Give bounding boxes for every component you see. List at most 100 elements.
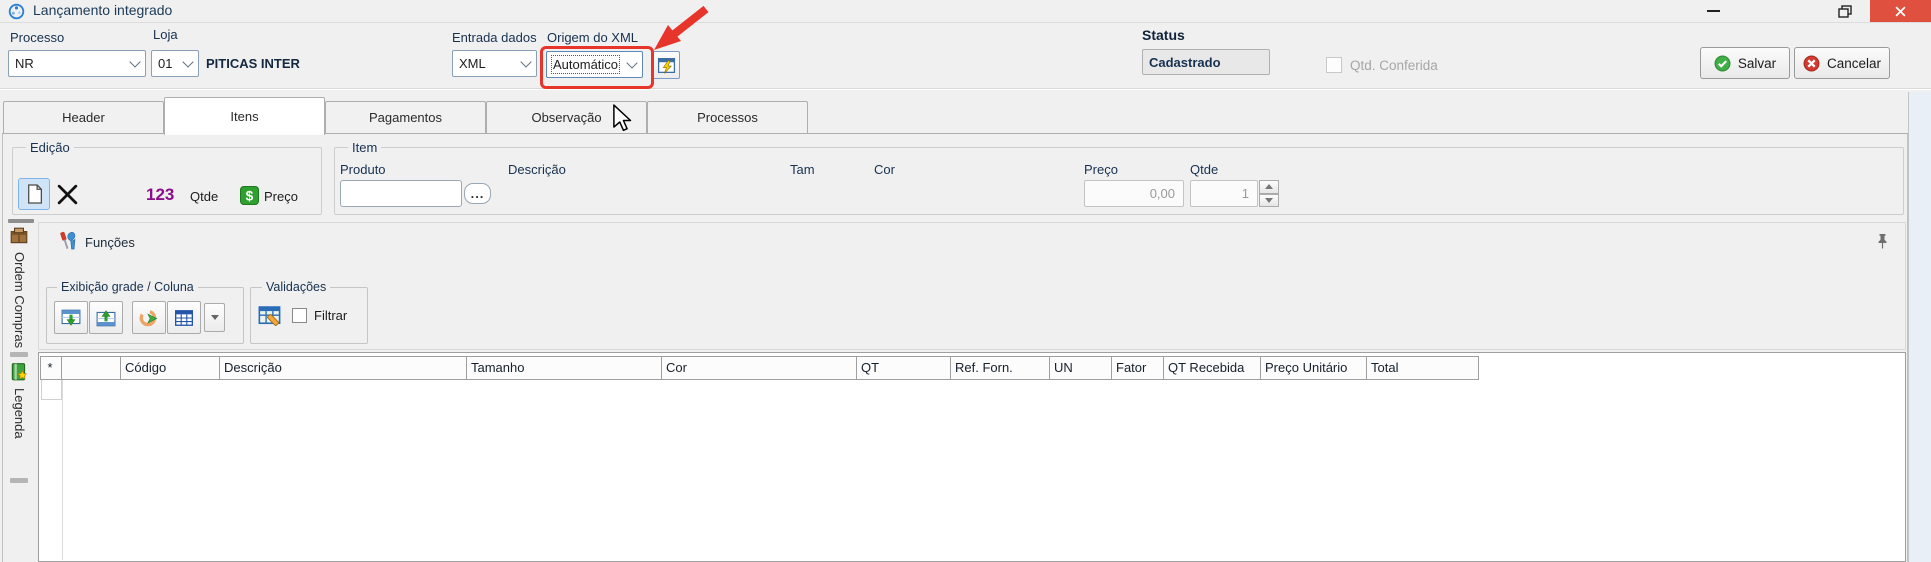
- chevron-down-icon: [626, 57, 637, 68]
- tab-label: Header: [62, 110, 105, 125]
- close-button[interactable]: [1870, 0, 1931, 22]
- minimize-button[interactable]: [1690, 0, 1736, 22]
- stepper-up-button[interactable]: [1259, 180, 1279, 194]
- sidebar-tab-label: Legenda: [12, 388, 27, 439]
- chevron-down-icon: [182, 56, 193, 67]
- qtd-conferida-label: Qtd. Conferida: [1350, 58, 1438, 73]
- loja-label: Loja: [153, 27, 178, 42]
- grid-column-header[interactable]: Total: [1366, 356, 1479, 380]
- process-xml-button[interactable]: [652, 51, 680, 79]
- grid-column-header[interactable]: QT: [856, 356, 951, 380]
- preco-shortcut-label[interactable]: Preço: [264, 189, 298, 204]
- grid-up-arrow-icon: [96, 308, 116, 328]
- grid-view-button[interactable]: [167, 301, 201, 334]
- svg-text:$: $: [246, 188, 254, 203]
- origem-value: Automático: [553, 57, 618, 72]
- qtde-shortcut-label[interactable]: Qtde: [190, 189, 218, 204]
- grid-options-dropdown-button[interactable]: [204, 303, 225, 332]
- grid-header-row: * Código Descrição Tamanho Cor QT Ref. F…: [41, 356, 1479, 380]
- grid-expand-down-button[interactable]: [54, 301, 88, 334]
- cancelar-button[interactable]: Cancelar: [1794, 47, 1890, 79]
- tab-label: Itens: [230, 109, 258, 124]
- filtrar-label: Filtrar: [314, 308, 347, 323]
- down-arrow-icon: [1265, 198, 1273, 203]
- new-document-icon: [26, 184, 43, 204]
- restore-button[interactable]: [1822, 0, 1868, 22]
- grid-column-header[interactable]: Preço Unitário: [1260, 356, 1367, 380]
- grid-row-indicator-cell: [41, 380, 62, 400]
- descricao-label: Descrição: [508, 162, 566, 177]
- loja-value: 01: [158, 56, 172, 71]
- grid-expand-up-button[interactable]: [89, 301, 123, 334]
- legend-book-icon: [9, 362, 29, 382]
- tab-itens[interactable]: Itens: [164, 97, 325, 135]
- grid-column-header[interactable]: Tamanho: [466, 356, 662, 380]
- preco-dollar-icon[interactable]: $: [240, 186, 259, 205]
- processo-combo[interactable]: NR: [8, 50, 146, 77]
- grid-column-header[interactable]: QT Recebida: [1163, 356, 1261, 380]
- grid-column-header[interactable]: Descrição: [219, 356, 467, 380]
- apply-layout-button[interactable]: [132, 301, 166, 334]
- preco-field[interactable]: 0,00: [1084, 180, 1184, 207]
- sidebar-separator: [10, 478, 28, 483]
- salvar-label: Salvar: [1738, 56, 1776, 71]
- new-item-button[interactable]: [18, 178, 50, 210]
- window-title: Lançamento integrado: [33, 2, 172, 18]
- ellipsis-icon: ...: [471, 190, 485, 198]
- dropdown-arrow-icon: [211, 315, 219, 320]
- table-grid-icon: [174, 308, 194, 328]
- pin-icon[interactable]: [1876, 233, 1889, 250]
- toolbar-separator-highlight: [0, 89, 1931, 90]
- up-arrow-icon: [1265, 184, 1273, 189]
- processo-label: Processo: [10, 30, 64, 45]
- save-check-icon: [1714, 55, 1731, 72]
- entrada-dados-combo[interactable]: XML: [452, 50, 537, 77]
- tab-processos[interactable]: Processos: [647, 101, 808, 133]
- grid-indicator-column-line: [62, 380, 63, 560]
- grid-column-header[interactable]: Cor: [661, 356, 857, 380]
- grid-column-header[interactable]: Fator: [1111, 356, 1164, 380]
- qtd-conferida-checkbox[interactable]: [1326, 57, 1342, 73]
- items-grid[interactable]: [38, 352, 1906, 562]
- grid-column-header[interactable]: [61, 356, 121, 380]
- tab-header[interactable]: Header: [3, 101, 164, 133]
- preco-label: Preço: [1084, 162, 1118, 177]
- restore-icon: [1838, 5, 1852, 18]
- edit-table-icon[interactable]: [258, 303, 285, 330]
- apply-arrow-icon: [139, 308, 159, 328]
- app-window: Lançamento integrado Processo NR Loja 01…: [0, 0, 1931, 562]
- processo-value: NR: [15, 56, 34, 71]
- tam-label: Tam: [790, 162, 815, 177]
- tab-pagamentos[interactable]: Pagamentos: [325, 101, 486, 133]
- chevron-down-icon: [129, 56, 140, 67]
- produto-field[interactable]: [340, 180, 462, 207]
- qtde-shortcut-value: 123: [146, 185, 174, 205]
- grid-column-header[interactable]: UN: [1049, 356, 1112, 380]
- delete-item-icon[interactable]: [56, 183, 79, 206]
- produto-label: Produto: [340, 162, 386, 177]
- exibicao-group-label: Exibição grade / Coluna: [57, 280, 198, 294]
- qtde-stepper[interactable]: [1259, 180, 1279, 207]
- stepper-down-button[interactable]: [1259, 194, 1279, 208]
- cancelar-label: Cancelar: [1827, 56, 1881, 71]
- origem-xml-label: Origem do XML: [547, 30, 638, 45]
- origem-xml-combo[interactable]: Automático: [546, 51, 643, 78]
- qtde-field[interactable]: 1: [1190, 180, 1258, 207]
- validacoes-group-label: Validações: [262, 280, 330, 294]
- filtrar-checkbox[interactable]: [292, 308, 307, 323]
- qtde-label: Qtde: [1190, 162, 1218, 177]
- status-value: Cadastrado: [1149, 55, 1221, 70]
- window-right-edge: [1908, 92, 1931, 562]
- annotation-arrow: [648, 2, 714, 52]
- produto-browse-button[interactable]: ...: [464, 183, 491, 204]
- salvar-button[interactable]: Salvar: [1700, 47, 1790, 79]
- sidebar-tab-legenda[interactable]: Legenda: [6, 362, 32, 472]
- grid-column-header[interactable]: Código: [120, 356, 220, 380]
- edicao-group-label: Edição: [26, 140, 74, 155]
- item-group-label: Item: [348, 140, 381, 155]
- entrada-dados-label: Entrada dados: [452, 30, 537, 45]
- grid-column-header[interactable]: Ref. Forn.: [950, 356, 1050, 380]
- sidebar-separator: [8, 219, 34, 223]
- grid-column-header[interactable]: *: [40, 356, 62, 380]
- loja-combo[interactable]: 01: [151, 50, 199, 77]
